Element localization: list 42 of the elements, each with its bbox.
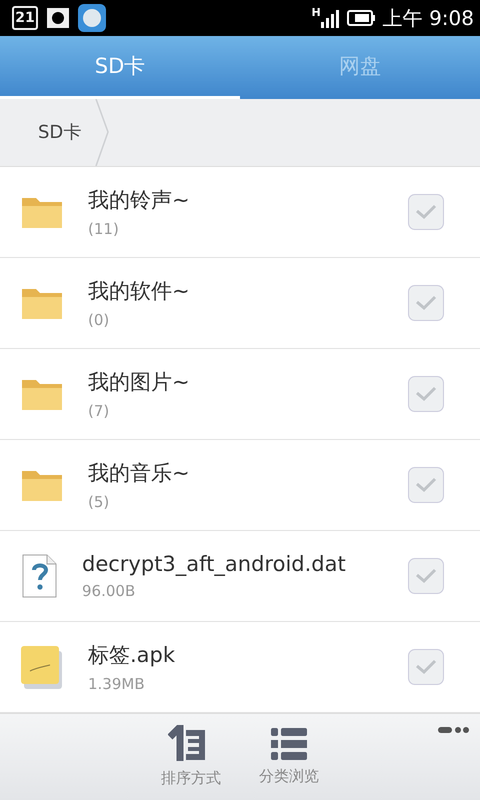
list-icon [271, 727, 307, 762]
file-detail: 96.00B [82, 582, 136, 600]
file-name: 我的软件~ [88, 278, 191, 305]
checkbox[interactable] [408, 558, 444, 594]
checkbox[interactable] [408, 376, 444, 412]
file-row[interactable]: decrypt3_aft_android.dat 96.00B [0, 530, 480, 622]
sticky-note-icon [20, 644, 64, 689]
file-row[interactable]: 我的图片~ (7) [0, 348, 480, 440]
check-icon [415, 386, 437, 402]
chevron-icon [95, 98, 110, 166]
check-icon [415, 294, 437, 311]
clock: 上午 9:08 [382, 4, 474, 32]
check-icon [415, 476, 437, 493]
file-row[interactable]: 标签.apk 1.39MB [0, 622, 480, 713]
app-icon [78, 4, 106, 32]
check-icon [415, 658, 437, 675]
calendar-icon: 21 [12, 6, 38, 30]
breadcrumb-item[interactable]: SD卡 [0, 98, 96, 166]
file-name: 我的音乐~ [88, 460, 191, 487]
file-detail: (5) [88, 492, 110, 511]
file-name: 我的图片~ [88, 368, 191, 396]
file-row[interactable]: 我的软件~ (0) [0, 258, 480, 349]
battery-icon [346, 9, 375, 28]
unknown-file-icon [20, 554, 58, 598]
more-icon[interactable] [438, 726, 470, 734]
file-detail: (11) [88, 220, 120, 238]
file-name: 我的铃声~ [88, 186, 191, 214]
checkbox[interactable] [408, 466, 444, 503]
check-icon [415, 204, 437, 220]
file-detail: 1.39MB [88, 674, 146, 693]
file-detail: (0) [88, 310, 110, 329]
file-name: decrypt3_aft_android.dat [82, 552, 347, 576]
check-icon [415, 568, 437, 584]
file-name: 标签.apk [88, 642, 176, 669]
network-type: H [312, 6, 321, 19]
signal-icon [320, 8, 339, 28]
file-detail: (7) [88, 402, 110, 420]
checkbox[interactable] [408, 284, 444, 321]
file-row[interactable]: 我的铃声~ (11) [0, 166, 480, 258]
checkbox[interactable] [408, 648, 444, 685]
checkbox[interactable] [408, 194, 444, 230]
file-row[interactable]: 我的音乐~ (5) [0, 440, 480, 531]
